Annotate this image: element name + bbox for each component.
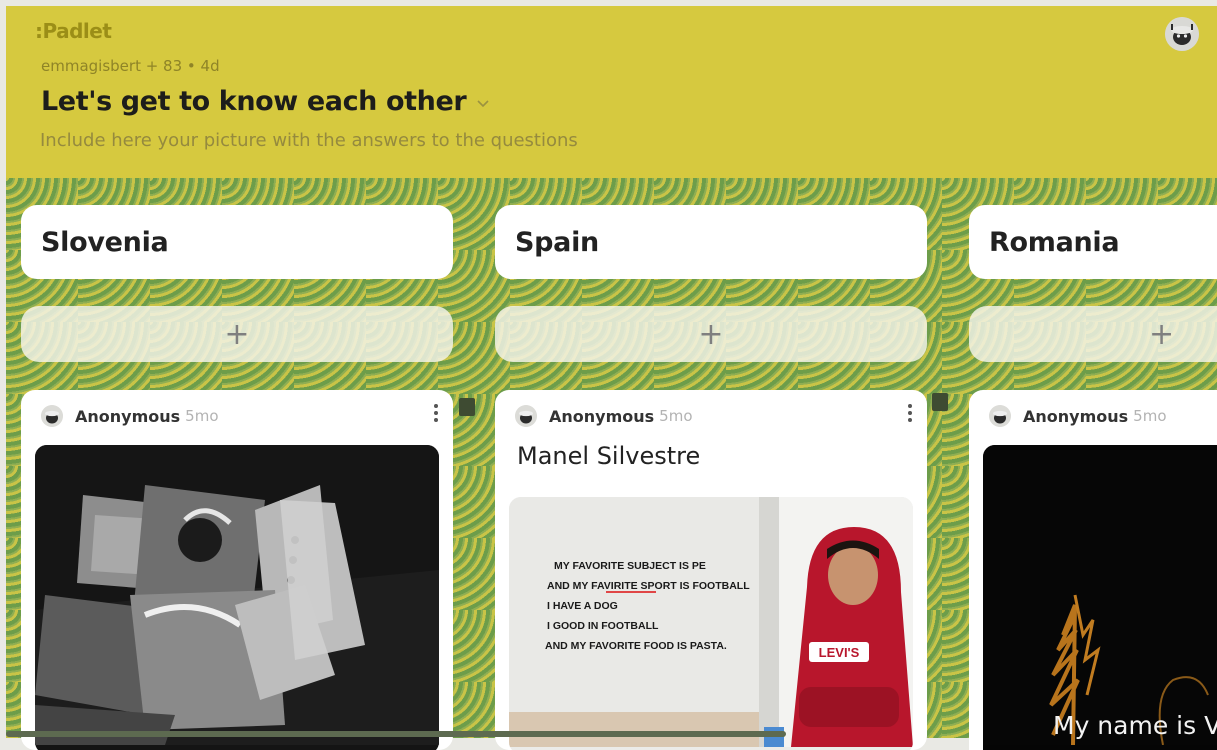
title-row[interactable]: Let's get to know each other <box>41 86 490 117</box>
section-heading[interactable]: Romania <box>969 205 1217 279</box>
post-age: 5mo <box>659 407 693 425</box>
video-caption: My name is V <box>1053 711 1217 740</box>
drag-handle[interactable] <box>459 398 475 416</box>
post-age: 5mo <box>185 407 219 425</box>
post-header: Anonymous 5mo <box>495 390 927 428</box>
more-vertical-icon[interactable] <box>433 403 439 423</box>
padlet-logo[interactable]: :Padlet <box>35 19 112 43</box>
post-image-photo[interactable]: LEVI'S MY FAVORITE SUBJECT IS PE AND MY … <box>509 497 913 750</box>
avatar-icon <box>515 405 537 427</box>
chevron-down-icon[interactable] <box>476 97 490 111</box>
padlet-meta[interactable]: emmagisbert + 83 • 4d <box>41 57 220 75</box>
image-text-line: I GOOD IN FOOTBALL <box>547 620 659 632</box>
image-text-line: I HAVE A DOG <box>547 600 618 612</box>
post-age: 5mo <box>1133 407 1167 425</box>
shirt-logo-text: LEVI'S <box>819 645 860 660</box>
drag-handle[interactable] <box>932 393 948 411</box>
section-column-romania: Romania + Anonymous 5mo My name is V <box>969 205 1217 750</box>
plus-icon: + <box>1149 316 1175 352</box>
section-heading[interactable]: Spain <box>495 205 927 279</box>
post-header: Anonymous 5mo <box>21 390 453 428</box>
post-image-collage[interactable] <box>35 445 439 750</box>
page-title[interactable]: Let's get to know each other <box>41 86 467 117</box>
post-card[interactable]: Anonymous 5mo <box>21 390 453 750</box>
horizontal-scrollbar[interactable] <box>6 731 786 737</box>
plus-icon: + <box>698 316 724 352</box>
image-text-line: AND MY FAVIRITE SPORT IS FOOTBALL <box>547 580 750 592</box>
post-video-thumbnail[interactable]: My name is V <box>983 445 1217 750</box>
padlet-header: :Padlet emmagisbert + 83 • 4d Let's get … <box>6 6 1217 178</box>
avatar-icon <box>989 405 1011 427</box>
post-header: Anonymous 5mo <box>969 390 1217 428</box>
post-author: Anonymous <box>1023 406 1129 426</box>
add-post-button[interactable]: + <box>495 306 927 362</box>
plus-icon: + <box>224 316 250 352</box>
post-card[interactable]: Anonymous 5mo Manel Silvestre LEVI'S MY … <box>495 390 927 750</box>
avatar-icon <box>41 405 63 427</box>
add-post-button[interactable]: + <box>21 306 453 362</box>
post-title: Manel Silvestre <box>517 442 701 470</box>
post-author: Anonymous <box>549 406 655 426</box>
add-post-button[interactable]: + <box>969 306 1217 362</box>
user-avatar-icon[interactable] <box>1165 17 1199 51</box>
post-card[interactable]: Anonymous 5mo My name is V <box>969 390 1217 750</box>
image-text-line: AND MY FAVORITE FOOD IS PASTA. <box>545 640 727 652</box>
more-vertical-icon[interactable] <box>907 403 913 423</box>
section-heading[interactable]: Slovenia <box>21 205 453 279</box>
page-subtitle: Include here your picture with the answe… <box>40 130 578 151</box>
section-column-slovenia: Slovenia + Anonymous 5mo <box>21 205 453 750</box>
image-text-line: MY FAVORITE SUBJECT IS PE <box>554 560 706 572</box>
section-column-spain: Spain + Anonymous 5mo Manel Silvestre LE… <box>495 205 927 750</box>
post-author: Anonymous <box>75 406 181 426</box>
